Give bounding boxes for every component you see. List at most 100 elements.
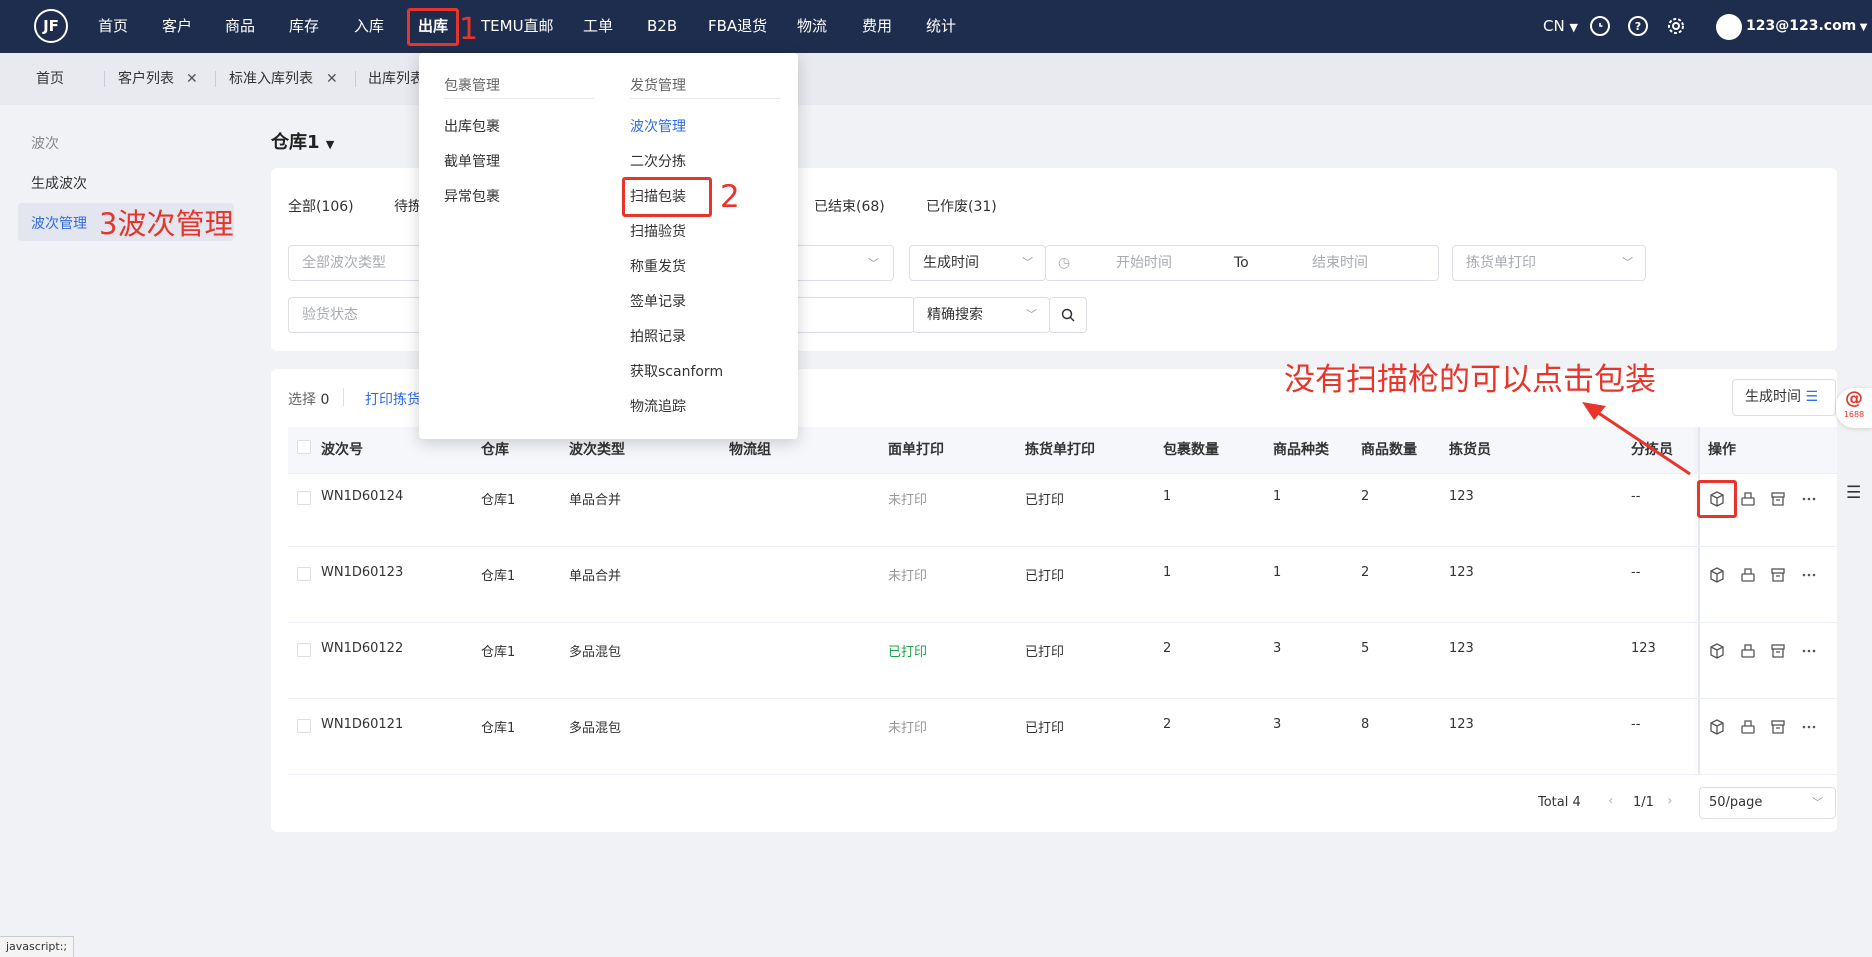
nav-inbound[interactable]: 入库 <box>354 0 384 53</box>
archive-icon[interactable] <box>1769 566 1787 584</box>
print-pick-button[interactable]: 打印拣货 <box>365 389 421 409</box>
tab-inbound-list[interactable]: 标准入库列表 <box>229 53 313 105</box>
pick-print-select[interactable]: 拣货单打印 ﹀ <box>1452 245 1646 281</box>
inspect-status-select[interactable]: 验货状态 <box>288 297 428 333</box>
tab-outbound-list[interactable]: 出库列表 <box>368 53 424 105</box>
printer-icon[interactable] <box>1739 642 1757 660</box>
sidebar-item-generate-wave[interactable]: 生成波次 <box>31 173 87 193</box>
package-icon[interactable] <box>1708 718 1726 736</box>
date-range-picker[interactable]: ◷ 开始时间 To 结束时间 <box>1045 245 1439 281</box>
archive-icon[interactable] <box>1769 642 1787 660</box>
menu-item-tracking[interactable]: 物流追踪 <box>630 396 686 416</box>
cell-product-kinds: 3 <box>1273 641 1282 656</box>
tab-finished[interactable]: 已结束(68) <box>814 196 885 216</box>
search-mode-select[interactable]: 精确搜索 ﹀ <box>913 297 1050 333</box>
cell-product-kinds: 1 <box>1273 565 1282 580</box>
more-icon[interactable] <box>1800 718 1818 736</box>
avatar[interactable] <box>1716 14 1742 40</box>
nav-fba-return[interactable]: FBA退货 <box>708 0 767 53</box>
row-divider <box>288 698 1837 699</box>
cell-picker: 123 <box>1449 641 1474 656</box>
help-icon[interactable]: ? <box>1628 16 1648 36</box>
sort-label: 生成时间 <box>1745 389 1801 405</box>
archive-icon[interactable] <box>1769 718 1787 736</box>
menu-item-sign-records[interactable]: 签单记录 <box>630 291 686 311</box>
menu-item-exception-package[interactable]: 异常包裹 <box>444 186 500 206</box>
cell-wave-no[interactable]: WN1D60121 <box>321 717 403 732</box>
user-menu[interactable]: 123@123.com ▼ <box>1746 0 1867 53</box>
package-icon[interactable] <box>1708 642 1726 660</box>
more-icon[interactable] <box>1800 642 1818 660</box>
close-icon[interactable]: ✕ <box>326 53 338 105</box>
chevron-down-icon: ﹀ <box>868 257 879 270</box>
cell-sorter: -- <box>1631 565 1641 580</box>
more-icon[interactable] <box>1800 566 1818 584</box>
logo[interactable]: JF <box>34 9 68 43</box>
menu-item-scanform[interactable]: 获取scanform <box>630 361 723 381</box>
cell-sorter: 123 <box>1631 641 1656 656</box>
warehouse-selector[interactable]: 仓库1 ▼ <box>271 128 334 154</box>
prev-page-icon[interactable]: ‹ <box>1608 793 1614 809</box>
tab-all[interactable]: 全部(106) <box>288 196 354 216</box>
nav-inventory[interactable]: 库存 <box>289 0 319 53</box>
language-switch[interactable]: CN ▼ <box>1543 0 1578 53</box>
tab-customer-list[interactable]: 客户列表 <box>118 53 174 105</box>
cell-wave-no[interactable]: WN1D60122 <box>321 641 403 656</box>
annotation-box-pack-icon <box>1697 480 1737 518</box>
cell-wave-no[interactable]: WN1D60124 <box>321 489 403 504</box>
chevron-down-icon: ﹀ <box>1026 308 1037 321</box>
close-icon[interactable]: ✕ <box>186 53 198 105</box>
start-date-input[interactable]: 开始时间 <box>1116 246 1172 280</box>
cell-wave-no[interactable]: WN1D60123 <box>321 565 403 580</box>
cell-warehouse: 仓库1 <box>481 569 516 584</box>
archive-icon[interactable] <box>1769 490 1787 508</box>
nav-product[interactable]: 商品 <box>225 0 255 53</box>
printer-icon[interactable] <box>1739 718 1757 736</box>
row-checkbox[interactable] <box>297 643 311 657</box>
badge-1688-label: 1688 <box>1843 410 1865 419</box>
annotation-step3: 3波次管理 <box>99 207 234 241</box>
row-checkbox[interactable] <box>297 491 311 505</box>
more-icon[interactable] <box>1800 490 1818 508</box>
next-page-icon[interactable]: › <box>1667 793 1673 809</box>
nav-temu[interactable]: TEMU直邮 <box>481 0 554 53</box>
nav-workorder[interactable]: 工单 <box>583 0 613 53</box>
gear-icon[interactable] <box>1665 15 1687 37</box>
end-date-input[interactable]: 结束时间 <box>1312 246 1368 280</box>
nav-home[interactable]: 首页 <box>98 0 128 53</box>
row-checkbox[interactable] <box>297 719 311 733</box>
badge-1688[interactable]: @ 1688 <box>1836 388 1872 428</box>
nav-b2b[interactable]: B2B <box>647 0 677 53</box>
menu-item-wave-management[interactable]: 波次管理 <box>630 116 686 136</box>
nav-stats[interactable]: 统计 <box>926 0 956 53</box>
page-size-select[interactable]: 50/page ﹀ <box>1699 787 1836 819</box>
menu-item-secondary-sort[interactable]: 二次分拣 <box>630 151 686 171</box>
th-actions: 操作 <box>1708 442 1736 458</box>
menu-item-scan-inspect[interactable]: 扫描验货 <box>630 221 686 241</box>
search-list-icon[interactable]: ☰ <box>1846 483 1861 503</box>
wave-type-select[interactable]: 全部波次类型 <box>288 245 428 281</box>
chevron-down-icon: ﹀ <box>1812 796 1823 809</box>
search-button[interactable] <box>1049 297 1087 333</box>
tab-home[interactable]: 首页 <box>36 53 64 105</box>
nav-logistics[interactable]: 物流 <box>797 0 827 53</box>
nav-fees[interactable]: 费用 <box>862 0 892 53</box>
search-input[interactable] <box>780 297 915 333</box>
menu-item-intercept[interactable]: 截单管理 <box>444 151 500 171</box>
tab-pending[interactable]: 待拣 <box>394 196 422 216</box>
sort-select[interactable]: 生成时间 ☰ <box>1732 379 1836 416</box>
row-checkbox[interactable] <box>297 567 311 581</box>
clock-icon[interactable] <box>1590 16 1610 36</box>
sidebar-item-wave-management[interactable]: 波次管理 <box>31 213 87 233</box>
printer-icon[interactable] <box>1739 566 1757 584</box>
package-icon[interactable] <box>1708 566 1726 584</box>
menu-item-photo-records[interactable]: 拍照记录 <box>630 326 686 346</box>
time-type-select[interactable]: 生成时间 ﹀ <box>909 245 1046 281</box>
menu-item-outbound-package[interactable]: 出库包裹 <box>444 116 500 136</box>
select-all-checkbox[interactable] <box>297 440 311 454</box>
printer-icon[interactable] <box>1739 490 1757 508</box>
menu-item-weigh-ship[interactable]: 称重发货 <box>630 256 686 276</box>
annotation-note: 没有扫描枪的可以点击包装 <box>1284 362 1656 398</box>
tab-voided[interactable]: 已作废(31) <box>926 196 997 216</box>
nav-customer[interactable]: 客户 <box>162 0 192 53</box>
